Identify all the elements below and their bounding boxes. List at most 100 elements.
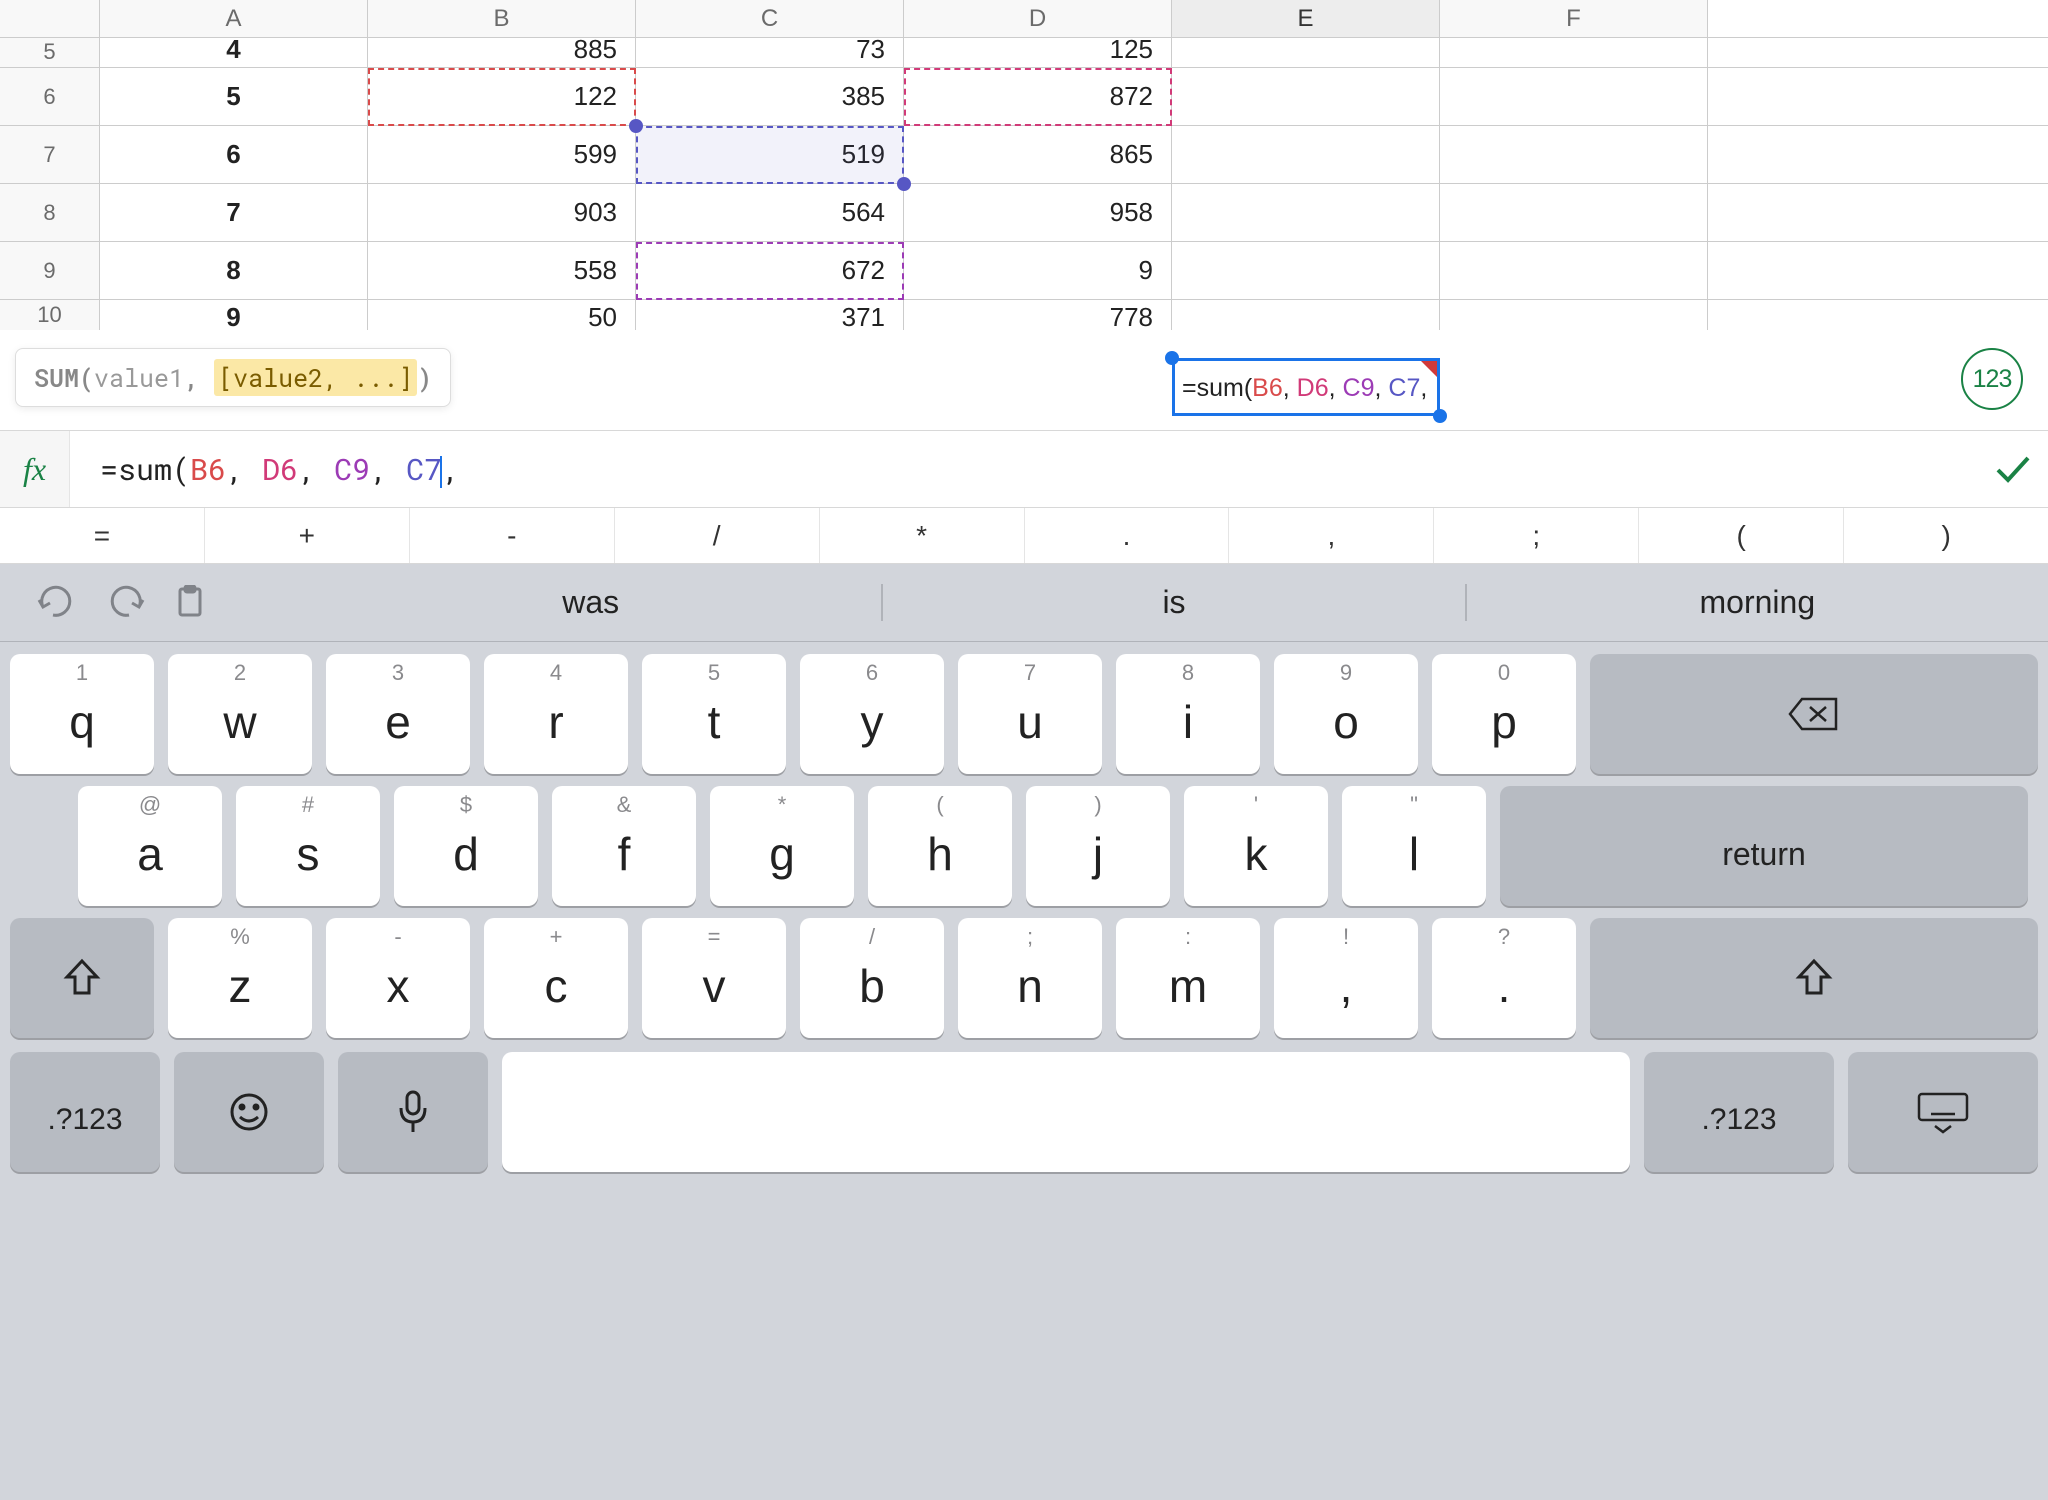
row-number[interactable]: 10 — [0, 300, 100, 330]
key-i[interactable]: 8i — [1116, 654, 1260, 774]
cell[interactable]: 885 — [368, 38, 636, 67]
key-w[interactable]: 2w — [168, 654, 312, 774]
cell[interactable]: 50 — [368, 300, 636, 330]
key-y[interactable]: 6y — [800, 654, 944, 774]
cell[interactable] — [1440, 68, 1708, 125]
key-l[interactable]: "l — [1342, 786, 1486, 906]
key-d[interactable]: $d — [394, 786, 538, 906]
key-b[interactable]: /b — [800, 918, 944, 1038]
cell[interactable] — [1172, 242, 1440, 299]
operator-key[interactable]: ( — [1639, 508, 1844, 563]
key-o[interactable]: 9o — [1274, 654, 1418, 774]
cell[interactable]: 519 — [636, 126, 904, 183]
cell[interactable]: 903 — [368, 184, 636, 241]
key-shift[interactable] — [10, 918, 154, 1038]
cell[interactable]: 599 — [368, 126, 636, 183]
cell[interactable]: 558 — [368, 242, 636, 299]
cell[interactable]: 125 — [904, 38, 1172, 67]
key-s[interactable]: #s — [236, 786, 380, 906]
row-number[interactable]: 9 — [0, 242, 100, 299]
redo-icon[interactable] — [105, 585, 147, 621]
key-backspace[interactable] — [1590, 654, 2038, 774]
col-header-f[interactable]: F — [1440, 0, 1708, 37]
cell[interactable]: 73 — [636, 38, 904, 67]
cell[interactable]: 8 — [100, 242, 368, 299]
key-p[interactable]: 0p — [1432, 654, 1576, 774]
row-number[interactable]: 6 — [0, 68, 100, 125]
cell[interactable]: 872 — [904, 68, 1172, 125]
key-t[interactable]: 5t — [642, 654, 786, 774]
operator-key[interactable]: . — [1025, 508, 1230, 563]
cell[interactable]: 7 — [100, 184, 368, 241]
col-header-c[interactable]: C — [636, 0, 904, 37]
cell[interactable]: 672 — [636, 242, 904, 299]
key-shift[interactable] — [1590, 918, 2038, 1038]
key-g[interactable]: *g — [710, 786, 854, 906]
key-a[interactable]: @a — [78, 786, 222, 906]
key-space[interactable] — [502, 1052, 1630, 1172]
key-c[interactable]: +c — [484, 918, 628, 1038]
undo-icon[interactable] — [35, 585, 77, 621]
key-v[interactable]: =v — [642, 918, 786, 1038]
cell[interactable] — [1172, 184, 1440, 241]
cell[interactable] — [1440, 126, 1708, 183]
cell[interactable] — [1172, 68, 1440, 125]
cell[interactable] — [1440, 38, 1708, 67]
operator-key[interactable]: ) — [1844, 508, 2048, 563]
selection-handle[interactable] — [897, 177, 911, 191]
key-emoji[interactable] — [174, 1052, 324, 1172]
key-k[interactable]: 'k — [1184, 786, 1328, 906]
cell[interactable]: 371 — [636, 300, 904, 330]
key-h[interactable]: (h — [868, 786, 1012, 906]
row-number[interactable]: 8 — [0, 184, 100, 241]
key-dismiss-keyboard[interactable] — [1848, 1052, 2038, 1172]
cell[interactable] — [1172, 38, 1440, 67]
selection-handle[interactable] — [1433, 409, 1447, 423]
key-return[interactable]: return — [1500, 786, 2028, 906]
cell[interactable]: 385 — [636, 68, 904, 125]
col-header-b[interactable]: B — [368, 0, 636, 37]
row-number[interactable]: 5 — [0, 38, 100, 67]
operator-key[interactable]: * — [820, 508, 1025, 563]
key-period[interactable]: ?. — [1432, 918, 1576, 1038]
key-dictate[interactable] — [338, 1052, 488, 1172]
suggestion[interactable]: morning — [1466, 584, 2048, 621]
col-header-e[interactable]: E — [1172, 0, 1440, 37]
col-header-d[interactable]: D — [904, 0, 1172, 37]
cell[interactable]: 958 — [904, 184, 1172, 241]
cell[interactable]: 564 — [636, 184, 904, 241]
cell[interactable] — [1440, 242, 1708, 299]
cell[interactable] — [1172, 126, 1440, 183]
grid[interactable]: A B C D E F 5 4 885 73 125 6 5 122 385 8… — [0, 0, 2048, 330]
operator-key[interactable]: ; — [1434, 508, 1639, 563]
selection-handle[interactable] — [629, 119, 643, 133]
cell[interactable]: 6 — [100, 126, 368, 183]
cell[interactable] — [1172, 300, 1440, 330]
operator-key[interactable]: - — [410, 508, 615, 563]
clipboard-icon[interactable] — [175, 585, 209, 621]
suggestion[interactable]: was — [300, 584, 882, 621]
confirm-button[interactable] — [1978, 454, 2048, 484]
selection-handle[interactable] — [1165, 351, 1179, 365]
key-u[interactable]: 7u — [958, 654, 1102, 774]
operator-key[interactable]: + — [205, 508, 410, 563]
fx-icon[interactable]: fx — [0, 431, 70, 507]
key-f[interactable]: &f — [552, 786, 696, 906]
suggestion[interactable]: is — [882, 584, 1465, 621]
key-j[interactable]: )j — [1026, 786, 1170, 906]
row-number[interactable]: 7 — [0, 126, 100, 183]
cell[interactable]: 5 — [100, 68, 368, 125]
operator-key[interactable]: / — [615, 508, 820, 563]
cell[interactable] — [1440, 300, 1708, 330]
key-m[interactable]: :m — [1116, 918, 1260, 1038]
cell[interactable]: 778 — [904, 300, 1172, 330]
key-comma[interactable]: !, — [1274, 918, 1418, 1038]
numeric-keypad-toggle[interactable]: 123 — [1961, 348, 2023, 410]
col-header-a[interactable]: A — [100, 0, 368, 37]
cell[interactable]: 865 — [904, 126, 1172, 183]
formula-input[interactable]: =sum(B6, D6, C9, C7, — [70, 450, 1978, 489]
key-q[interactable]: 1q — [10, 654, 154, 774]
operator-key[interactable]: , — [1229, 508, 1434, 563]
corner-cell[interactable] — [0, 0, 100, 37]
key-e[interactable]: 3e — [326, 654, 470, 774]
